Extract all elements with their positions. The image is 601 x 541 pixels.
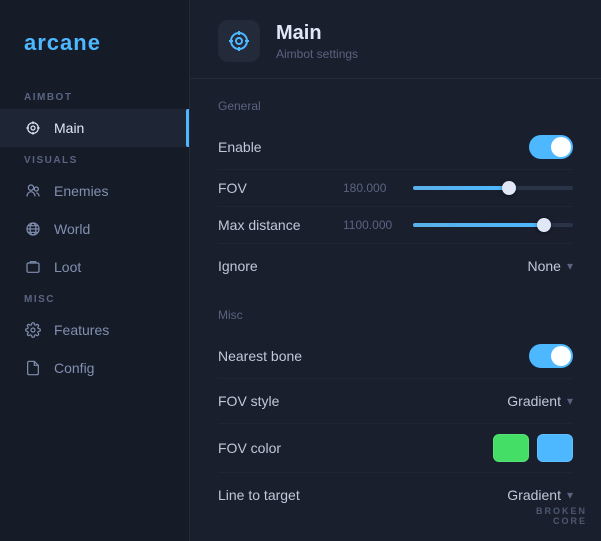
fov-slider-track[interactable]: [413, 186, 573, 190]
globe-icon: [24, 220, 42, 238]
fov-label: FOV: [218, 180, 318, 196]
line-to-target-dropdown-arrow: ▾: [567, 488, 573, 502]
sidebar-item-main[interactable]: Main: [0, 109, 189, 147]
page-title-group: Main Aimbot settings: [276, 22, 358, 61]
misc-group: Misc Nearest bone FOV style Gradient ▾: [218, 308, 573, 517]
sidebar-item-enemies-label: Enemies: [54, 183, 108, 199]
setting-row-line-to-target: Line to target Gradient ▾: [218, 473, 573, 517]
page-header-icon: [218, 20, 260, 62]
ignore-right: None ▾: [528, 254, 574, 278]
sidebar-item-features-label: Features: [54, 322, 109, 338]
app-logo: arcane: [0, 20, 189, 84]
gear-icon: [24, 321, 42, 339]
nearest-bone-right: [529, 344, 573, 368]
line-to-target-dropdown-value: Gradient: [507, 487, 561, 503]
max-distance-slider-thumb[interactable]: [537, 218, 551, 232]
fov-color-label: FOV color: [218, 440, 318, 456]
toggle-knob: [551, 137, 571, 157]
page-title: Main: [276, 22, 358, 45]
enable-right: [529, 135, 573, 159]
fov-slider-thumb[interactable]: [502, 181, 516, 195]
line-to-target-right: Gradient ▾: [507, 483, 573, 507]
enable-toggle[interactable]: [529, 135, 573, 159]
sidebar-item-config-label: Config: [54, 360, 94, 376]
section-visuals: VISUALS: [0, 147, 189, 172]
sidebar-item-world[interactable]: World: [0, 210, 189, 248]
fov-style-label: FOV style: [218, 393, 318, 409]
sidebar: arcane AIMBOT Main VISUALS Enemies World…: [0, 0, 190, 541]
setting-row-fov-style: FOV style Gradient ▾: [218, 379, 573, 424]
misc-label: Misc: [218, 308, 573, 322]
fov-slider-container: 180.000: [343, 181, 573, 195]
max-distance-label: Max distance: [218, 217, 318, 233]
setting-row-max-distance: Max distance 1100.000: [218, 207, 573, 244]
max-distance-slider-container: 1100.000: [343, 218, 573, 232]
fov-value: 180.000: [343, 181, 403, 195]
main-content: Main Aimbot settings General Enable FOV: [190, 0, 601, 541]
general-group: General Enable FOV 180.000: [218, 99, 573, 288]
setting-row-ignore: Ignore None ▾: [218, 244, 573, 288]
watermark-line2: CORE: [553, 517, 587, 527]
max-distance-value: 1100.000: [343, 218, 403, 232]
sidebar-item-main-label: Main: [54, 120, 84, 136]
sidebar-item-features[interactable]: Features: [0, 311, 189, 349]
setting-row-nearest-bone: Nearest bone: [218, 334, 573, 379]
watermark: BROKEN CORE: [536, 507, 587, 527]
sidebar-item-loot[interactable]: Loot: [0, 248, 189, 286]
line-to-target-dropdown[interactable]: Gradient ▾: [507, 483, 573, 507]
ignore-label: Ignore: [218, 258, 318, 274]
section-aimbot: AIMBOT: [0, 84, 189, 109]
ignore-dropdown-value: None: [528, 258, 561, 274]
max-distance-slider-fill: [413, 223, 544, 227]
general-label: General: [218, 99, 573, 113]
file-icon: [24, 359, 42, 377]
setting-row-fov: FOV 180.000: [218, 170, 573, 207]
fov-slider-fill: [413, 186, 509, 190]
fov-color-right: [493, 434, 573, 462]
nearest-bone-label: Nearest bone: [218, 348, 318, 364]
page-header: Main Aimbot settings: [190, 0, 601, 79]
sidebar-item-world-label: World: [54, 221, 90, 237]
setting-row-enable: Enable: [218, 125, 573, 170]
users-icon: [24, 182, 42, 200]
fov-color-swatch-blue[interactable]: [537, 434, 573, 462]
line-to-target-label: Line to target: [218, 487, 318, 503]
fov-style-right: Gradient ▾: [507, 389, 573, 413]
sidebar-item-enemies[interactable]: Enemies: [0, 172, 189, 210]
ignore-dropdown[interactable]: None ▾: [528, 254, 574, 278]
enable-label: Enable: [218, 139, 318, 155]
fov-color-swatch-green[interactable]: [493, 434, 529, 462]
content-area: General Enable FOV 180.000: [190, 79, 601, 541]
sidebar-item-loot-label: Loot: [54, 259, 81, 275]
sidebar-item-config[interactable]: Config: [0, 349, 189, 387]
crosshair-icon: [24, 119, 42, 137]
setting-row-fov-color: FOV color: [218, 424, 573, 473]
nearest-bone-toggle-knob: [551, 346, 571, 366]
nearest-bone-toggle[interactable]: [529, 344, 573, 368]
max-distance-slider-track[interactable]: [413, 223, 573, 227]
fov-style-dropdown[interactable]: Gradient ▾: [507, 389, 573, 413]
loot-icon: [24, 258, 42, 276]
page-subtitle: Aimbot settings: [276, 47, 358, 61]
fov-right: 180.000: [343, 181, 573, 195]
ignore-dropdown-arrow: ▾: [567, 259, 573, 273]
max-distance-right: 1100.000: [343, 218, 573, 232]
fov-style-dropdown-arrow: ▾: [567, 394, 573, 408]
fov-style-dropdown-value: Gradient: [507, 393, 561, 409]
section-misc: MISC: [0, 286, 189, 311]
